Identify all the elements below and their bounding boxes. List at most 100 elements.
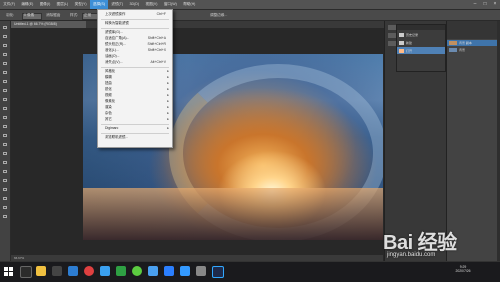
swatches-panel-icon[interactable] xyxy=(388,41,396,46)
menubar-item[interactable]: 窗口(W) xyxy=(161,0,180,9)
menu-submenu-item[interactable]: 杂色 ▸ xyxy=(98,111,172,116)
menu-item[interactable]: 浏览联机滤镜... xyxy=(98,135,172,140)
menubar-item[interactable]: 帮助(H) xyxy=(180,0,199,9)
menu-item-label: 消失点(V)... xyxy=(105,60,123,64)
menu-item-label: 镜头校正(R)... xyxy=(105,42,127,46)
menu-item-label: 浏览联机滤镜... xyxy=(105,135,129,139)
menu-item[interactable]: 镜头校正(R)... Shift+Ctrl+R xyxy=(98,42,172,47)
menu-item[interactable]: 液化(L)... Shift+Ctrl+X xyxy=(98,48,172,53)
tool-icon[interactable] xyxy=(2,205,8,210)
tool-icon[interactable] xyxy=(2,52,8,57)
tool-icon[interactable] xyxy=(2,106,8,111)
history-thumb xyxy=(399,48,404,53)
clock[interactable]: 9:29 2020/7/26 xyxy=(448,265,478,273)
history-thumb xyxy=(399,40,404,45)
tool-icon[interactable] xyxy=(2,187,8,192)
history-row-selected[interactable]: 打开 xyxy=(397,47,445,54)
menubar-item[interactable]: 3D(D) xyxy=(126,0,142,9)
menubar-item[interactable]: 图像(I) xyxy=(37,0,54,9)
menubar-item[interactable]: 选择(S) xyxy=(89,0,109,9)
task-view-icon[interactable] xyxy=(52,266,62,276)
app2-icon[interactable] xyxy=(180,266,190,276)
tool-icon[interactable] xyxy=(2,97,8,102)
tool-icon[interactable] xyxy=(2,88,8,93)
menu-submenu-item[interactable]: 其它 ▸ xyxy=(98,117,172,122)
minimize-icon[interactable]: – xyxy=(470,0,480,9)
menu-separator xyxy=(101,67,169,68)
menubar-item[interactable]: 编辑(E) xyxy=(18,0,36,9)
menu-item[interactable]: 转换为智能滤镜 xyxy=(98,21,172,26)
layer-thumb xyxy=(449,41,457,45)
submenu-arrow-icon: ▸ xyxy=(167,117,169,121)
menubar-item[interactable]: 视图(V) xyxy=(142,0,160,9)
tool-icon[interactable] xyxy=(2,43,8,48)
layer-row[interactable]: 背景 xyxy=(447,47,500,53)
tool-icon[interactable] xyxy=(2,142,8,147)
tool-icon[interactable] xyxy=(2,196,8,201)
file-explorer-icon[interactable] xyxy=(36,266,46,276)
layer-name: 背景 xyxy=(459,48,466,52)
close-icon[interactable]: × xyxy=(490,0,500,9)
anti-alias-checkbox[interactable]: 消除锯齿 xyxy=(46,10,60,20)
menu-submenu-item[interactable]: 视频 ▸ xyxy=(98,93,172,98)
maximize-icon[interactable]: □ xyxy=(480,0,490,9)
history-row[interactable]: 历史记录 xyxy=(397,31,445,38)
windows-start-icon[interactable] xyxy=(4,267,13,276)
tool-icon[interactable] xyxy=(2,115,8,120)
menu-item[interactable]: 消失点(V)... Alt+Ctrl+V xyxy=(98,60,172,65)
menu-item-label: 风格化 xyxy=(105,69,116,73)
menu-submenu-item[interactable]: 模糊 ▸ xyxy=(98,75,172,80)
tool-icon[interactable] xyxy=(2,34,8,39)
layer-row-selected[interactable]: 背景 副本 xyxy=(447,40,500,46)
tool-icon[interactable] xyxy=(2,79,8,84)
history-panel-header[interactable] xyxy=(397,25,445,30)
menu-item-label: Digimarc xyxy=(105,126,119,130)
qq-icon[interactable] xyxy=(164,266,174,276)
tool-icon[interactable] xyxy=(2,169,8,174)
menu-submenu-item[interactable]: 扭曲 ▸ xyxy=(98,81,172,86)
watermark-logo: Bai 经验 xyxy=(383,232,457,254)
photoshop-icon[interactable] xyxy=(212,266,224,278)
history-row[interactable]: 新建 xyxy=(397,39,445,46)
properties-panel-icon[interactable] xyxy=(388,33,396,38)
menu-submenu-item[interactable]: Digimarc ▸ xyxy=(98,126,172,131)
tool-icon[interactable] xyxy=(2,61,8,66)
menu-item[interactable]: 油画(O)... xyxy=(98,54,172,59)
wechat-icon[interactable] xyxy=(132,266,142,276)
submenu-arrow-icon: ▸ xyxy=(167,126,169,130)
store-icon[interactable] xyxy=(116,266,126,276)
browser-icon[interactable] xyxy=(148,266,158,276)
edge-browser-icon[interactable] xyxy=(68,266,78,276)
app3-icon[interactable] xyxy=(196,266,206,276)
refine-edge-button[interactable]: 调整边缘... xyxy=(210,10,227,20)
style-label: 样式: xyxy=(70,13,79,17)
document-tab[interactable]: Untitled-1 @ 66.7% (RGB/8) xyxy=(11,21,86,28)
menu-item[interactable]: 上次滤镜操作 Ctrl+F xyxy=(98,12,172,17)
history-row-label: 打开 xyxy=(406,48,413,53)
menubar-item[interactable]: 图层(L) xyxy=(53,0,71,9)
menubar-item[interactable]: 滤镜(T) xyxy=(108,0,126,9)
tool-icon[interactable] xyxy=(2,133,8,138)
menubar-item[interactable]: 文件(F) xyxy=(0,0,18,9)
tool-icon[interactable] xyxy=(2,124,8,129)
history-panel-icon[interactable] xyxy=(388,25,396,30)
menu-item[interactable]: 自适应广角(A)... Shift+Ctrl+A xyxy=(98,36,172,41)
tool-icon[interactable] xyxy=(2,70,8,75)
menu-submenu-item[interactable]: 渲染 ▸ xyxy=(98,105,172,110)
chrome-icon[interactable] xyxy=(84,266,94,276)
menu-submenu-item[interactable]: 锐化 ▸ xyxy=(98,87,172,92)
menu-submenu-item[interactable]: 像素化 ▸ xyxy=(98,99,172,104)
layers-lock-row[interactable] xyxy=(447,33,500,39)
menu-item-label: 上次滤镜操作 xyxy=(105,12,126,16)
tool-icon[interactable] xyxy=(2,178,8,183)
tool-icon[interactable] xyxy=(2,214,8,219)
menu-submenu-item[interactable]: 风格化 ▸ xyxy=(98,69,172,74)
search-icon[interactable] xyxy=(20,266,32,278)
tool-icon[interactable] xyxy=(2,160,8,165)
tool-icon[interactable] xyxy=(2,25,8,30)
tool-icon[interactable] xyxy=(2,151,8,156)
app-icon[interactable] xyxy=(100,266,110,276)
menubar-item[interactable]: 类型(Y) xyxy=(71,0,89,9)
history-row-label: 新建 xyxy=(406,40,413,45)
menu-item[interactable]: 滤镜库(G)... xyxy=(98,30,172,35)
